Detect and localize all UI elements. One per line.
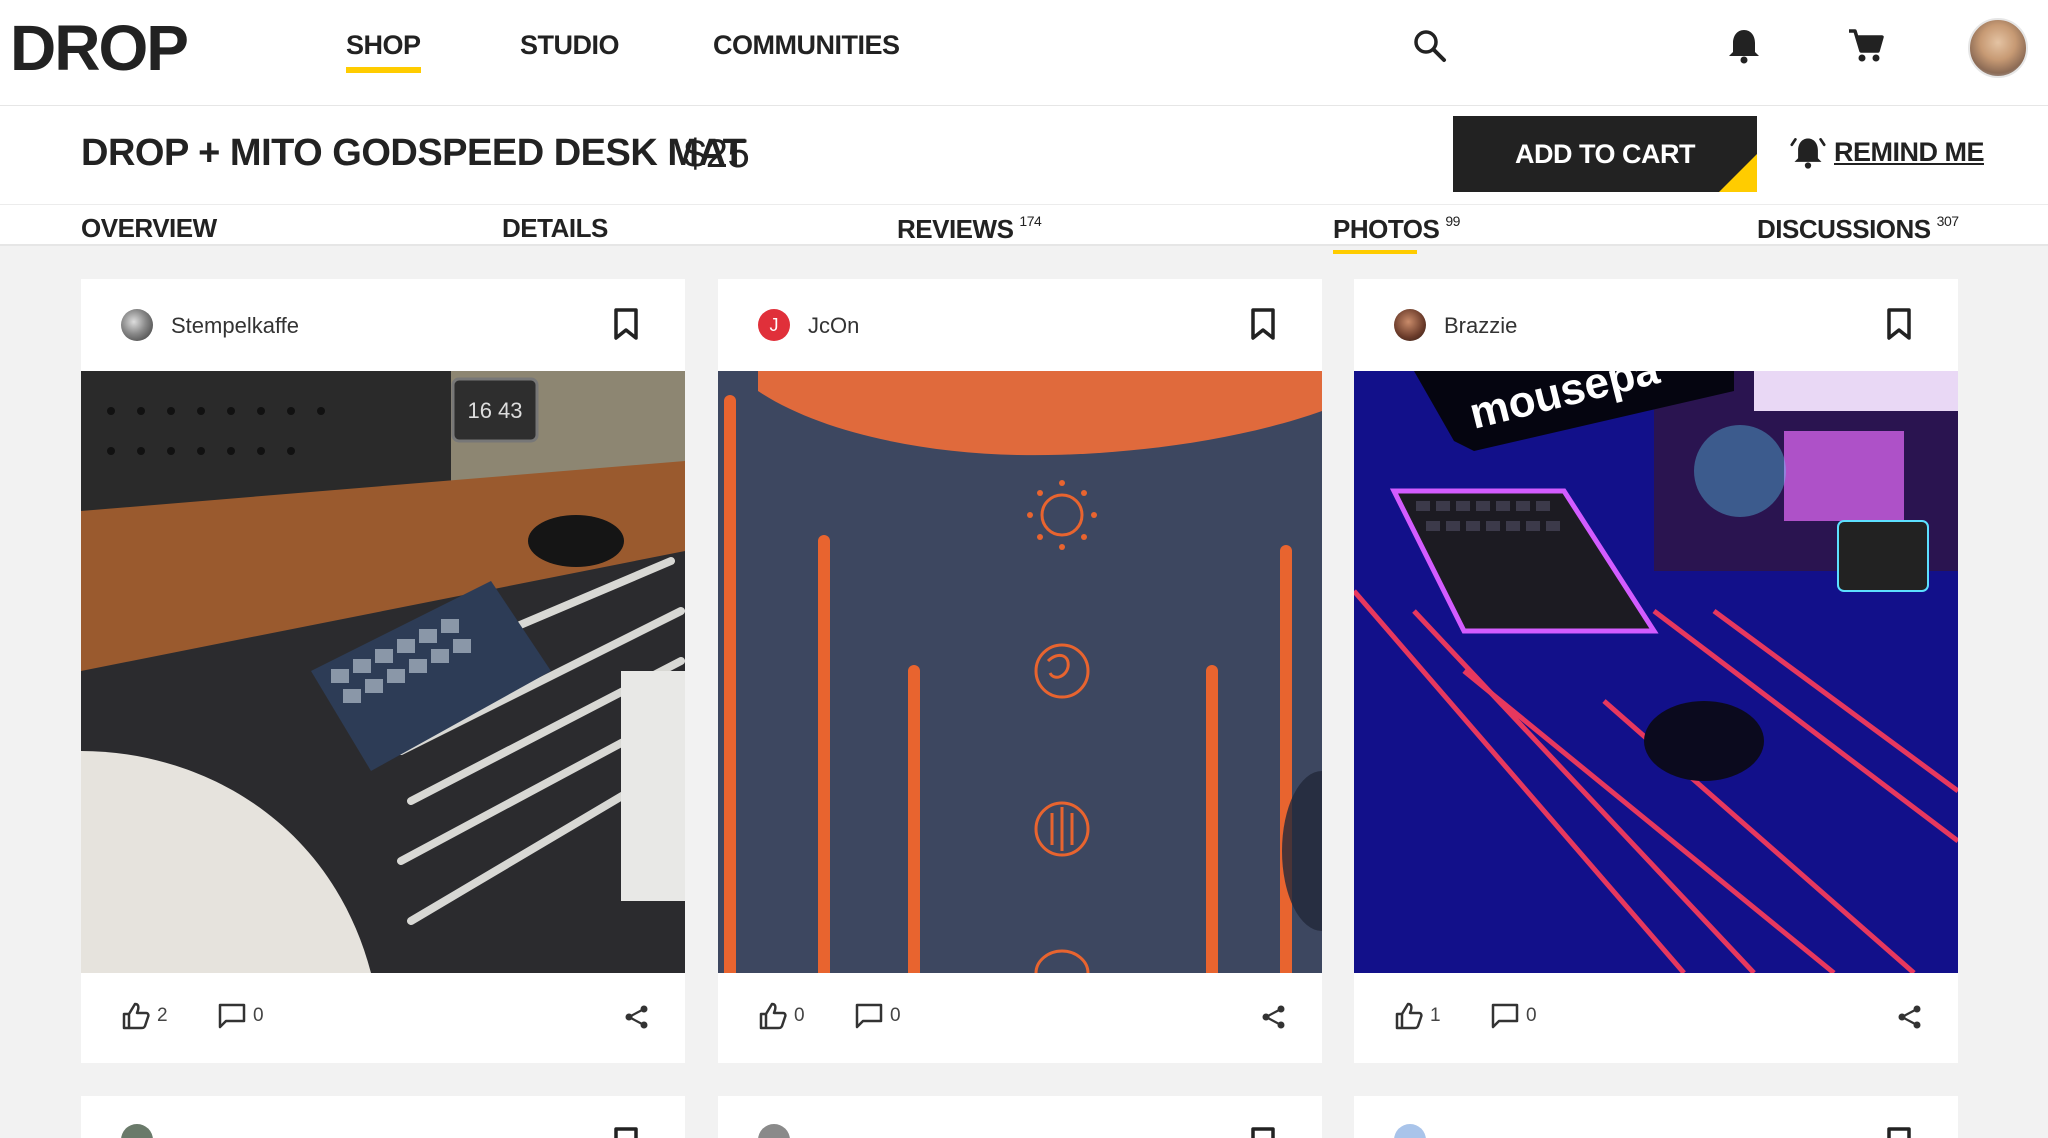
- like-button[interactable]: 2: [121, 1001, 168, 1031]
- user-photo[interactable]: 16 43: [81, 371, 685, 973]
- comment-icon: [218, 1003, 246, 1029]
- user-photo[interactable]: [718, 371, 1322, 973]
- tab-discussions[interactable]: DISCUSSIONS 307: [1757, 213, 1959, 245]
- tab-reviews[interactable]: REVIEWS 174: [897, 213, 1042, 245]
- bookmark-icon[interactable]: [1884, 307, 1914, 341]
- like-count: 1: [1430, 1005, 1441, 1026]
- top-navigation: DROP SHOP STUDIO COMMUNITIES: [0, 0, 2048, 106]
- search-icon[interactable]: [1410, 26, 1450, 66]
- card-header: J JcOn: [718, 279, 1322, 371]
- remind-me-button[interactable]: REMIND ME: [1790, 134, 1985, 170]
- photo-card-partial: [81, 1096, 685, 1138]
- tab-count: 174: [1019, 213, 1042, 229]
- add-to-cart-button[interactable]: ADD TO CART: [1453, 116, 1757, 192]
- card-footer: 0 0: [718, 973, 1322, 1063]
- user-avatar[interactable]: [121, 1124, 153, 1138]
- card-header: Stempelkaffe: [81, 279, 685, 371]
- tab-count: 99: [1445, 213, 1460, 229]
- photo-card: Brazzie mousepa 1 0: [1354, 279, 1958, 1063]
- user-avatar[interactable]: [121, 309, 153, 341]
- like-button[interactable]: 0: [758, 1001, 805, 1031]
- share-icon[interactable]: [623, 1003, 651, 1031]
- user-avatar[interactable]: [758, 1124, 790, 1138]
- photo-card: Stempelkaffe 16 43 2 0: [81, 279, 685, 1063]
- user-avatar[interactable]: [1394, 309, 1426, 341]
- username[interactable]: Brazzie: [1444, 313, 1517, 339]
- user-avatar[interactable]: [1394, 1124, 1426, 1138]
- comment-button[interactable]: 0: [854, 1001, 901, 1031]
- user-avatar[interactable]: J: [758, 309, 790, 341]
- card-header: Brazzie: [1354, 279, 1958, 371]
- comment-count: 0: [890, 1005, 901, 1026]
- tab-label: DISCUSSIONS: [1757, 214, 1931, 244]
- bookmark-icon[interactable]: [1248, 1126, 1278, 1138]
- avatar[interactable]: [1968, 18, 2028, 78]
- card-footer: 1 0: [1354, 973, 1958, 1063]
- comment-icon: [855, 1003, 883, 1029]
- user-photo[interactable]: mousepa: [1354, 371, 1958, 973]
- nav-studio[interactable]: STUDIO: [520, 30, 620, 61]
- username[interactable]: Stempelkaffe: [171, 313, 299, 339]
- photo-card-partial: [718, 1096, 1322, 1138]
- like-count: 0: [794, 1005, 805, 1026]
- tab-overview[interactable]: OVERVIEW: [81, 213, 217, 244]
- tab-label: REVIEWS: [897, 214, 1014, 244]
- comment-button[interactable]: 0: [1490, 1001, 1537, 1031]
- nav-communities[interactable]: COMMUNITIES: [713, 30, 900, 61]
- comment-count: 0: [1526, 1005, 1537, 1026]
- tab-label: OVERVIEW: [81, 213, 217, 243]
- tab-label: PHOTOS: [1333, 214, 1440, 244]
- tab-photos[interactable]: PHOTOS 99: [1333, 213, 1460, 254]
- nav-shop[interactable]: SHOP: [346, 30, 421, 73]
- bookmark-icon[interactable]: [1248, 307, 1278, 341]
- bookmark-icon[interactable]: [1884, 1126, 1914, 1138]
- photo-card-partial: [1354, 1096, 1958, 1138]
- add-to-cart-label: ADD TO CART: [1515, 138, 1696, 169]
- drop-logo[interactable]: DROP: [10, 18, 232, 78]
- comment-icon: [1491, 1003, 1519, 1029]
- section-tabs: OVERVIEW DETAILS REVIEWS 174 PHOTOS 99 DIS…: [0, 204, 2048, 254]
- product-price: $25: [684, 132, 750, 176]
- username[interactable]: JcOn: [808, 313, 859, 339]
- tab-details[interactable]: DETAILS: [502, 213, 608, 244]
- photo-card: J JcOn 0 0: [718, 279, 1322, 1063]
- cart-icon[interactable]: [1846, 26, 1886, 66]
- bookmark-icon[interactable]: [611, 307, 641, 341]
- product-title: DROP + MITO GODSPEED DESK MAT: [81, 132, 746, 174]
- comment-button[interactable]: 0: [217, 1001, 264, 1031]
- clock-display: 16 43: [467, 398, 522, 423]
- tab-label: DETAILS: [502, 213, 608, 243]
- svg-text:DROP: DROP: [10, 18, 187, 78]
- bookmark-icon[interactable]: [611, 1126, 641, 1138]
- share-icon[interactable]: [1260, 1003, 1288, 1031]
- bell-icon[interactable]: [1724, 26, 1764, 66]
- like-count: 2: [157, 1005, 168, 1026]
- remind-me-label: REMIND ME: [1834, 136, 1985, 167]
- card-footer: 2 0: [81, 973, 685, 1063]
- comment-count: 0: [253, 1005, 264, 1026]
- thumbs-up-icon: [122, 1002, 150, 1030]
- thumbs-up-icon: [1395, 1002, 1423, 1030]
- alarm-bell-icon: [1790, 138, 1826, 169]
- tab-count: 307: [1936, 213, 1959, 229]
- thumbs-up-icon: [759, 1002, 787, 1030]
- share-icon[interactable]: [1896, 1003, 1924, 1031]
- like-button[interactable]: 1: [1394, 1001, 1441, 1031]
